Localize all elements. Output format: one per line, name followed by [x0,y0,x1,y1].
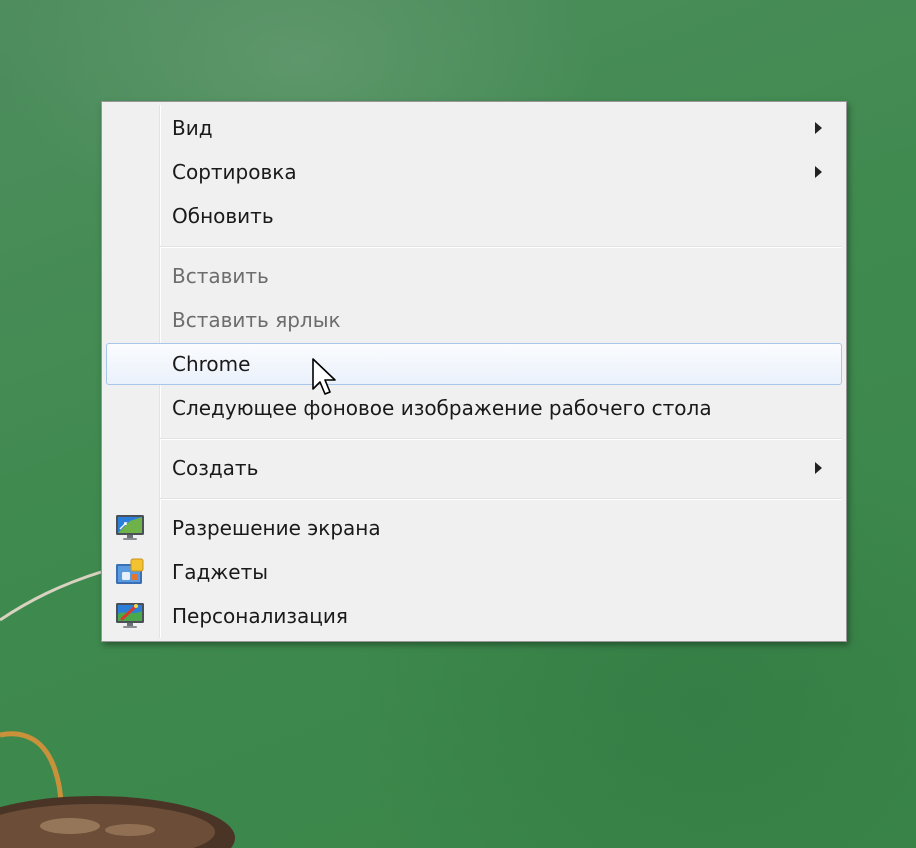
menu-item-label: Следующее фоновое изображение рабочего с… [172,396,712,420]
mouse-pointer-icon [312,358,336,395]
menu-item-label: Сортировка [172,160,297,184]
menu-item-label: Создать [172,456,259,480]
menu-item-paste[interactable]: Вставить [106,255,842,297]
menu-item-personalization[interactable]: Персонализация [106,595,842,637]
menu-item-screen-resolution[interactable]: Разрешение экрана [106,507,842,549]
menu-item-label: Обновить [172,204,274,228]
menu-item-paste-shortcut[interactable]: Вставить ярлык [106,299,842,341]
menu-item-label: Вид [172,116,213,140]
menu-item-new[interactable]: Создать [106,447,842,489]
submenu-arrow-icon [815,122,822,134]
menu-item-next-wallpaper[interactable]: Следующее фоновое изображение рабочего с… [106,387,842,429]
menu-item-label: Вставить [172,264,269,288]
menu-item-chrome[interactable]: Chrome [106,343,842,385]
menu-item-gadgets[interactable]: Гаджеты [106,551,842,593]
menu-item-label: Гаджеты [172,560,269,584]
gadgets-icon [116,558,144,584]
menu-separator [160,498,842,500]
desktop-context-menu: Вид Сортировка Обновить Вставить Вставит… [101,101,847,642]
menu-item-label: Персонализация [172,604,348,628]
menu-item-sort[interactable]: Сортировка [106,151,842,193]
menu-item-refresh[interactable]: Обновить [106,195,842,237]
menu-item-view[interactable]: Вид [106,107,842,149]
submenu-arrow-icon [815,166,822,178]
menu-separator [160,246,842,248]
menu-separator [160,438,842,440]
menu-item-label: Вставить ярлык [172,308,341,332]
menu-item-label: Разрешение экрана [172,516,381,540]
menu-item-label: Chrome [172,352,251,376]
submenu-arrow-icon [815,462,822,474]
personalization-icon [116,603,144,628]
screen-resolution-icon [116,515,144,540]
